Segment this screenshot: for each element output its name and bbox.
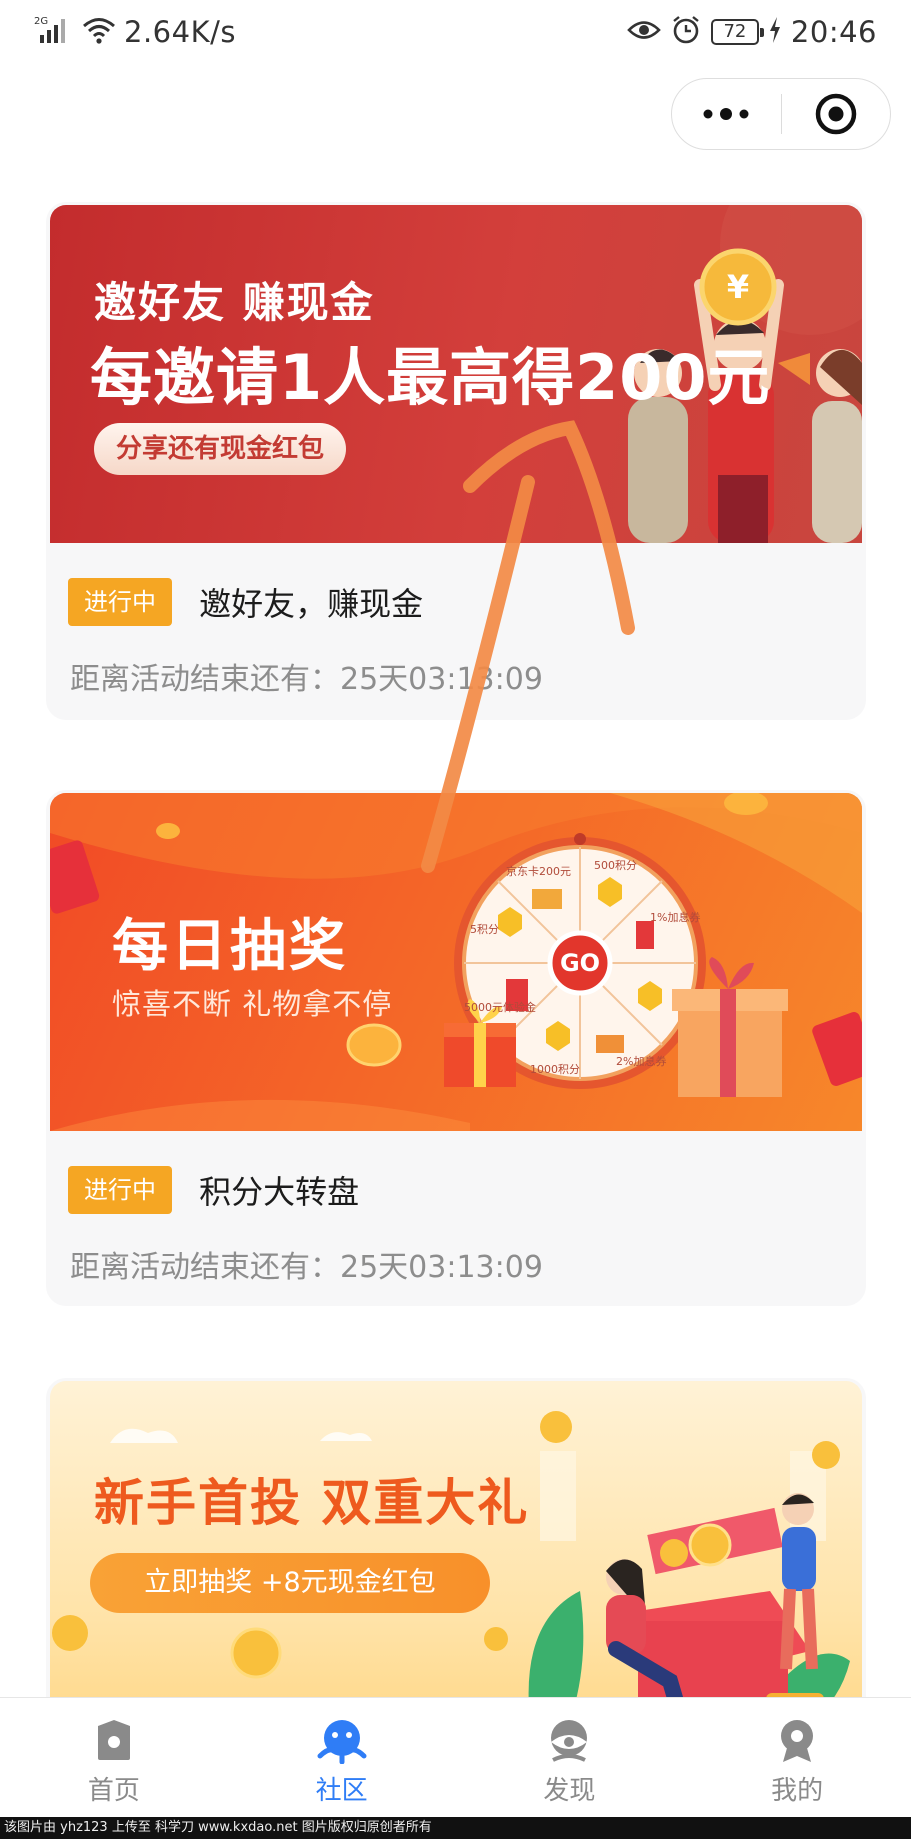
clock: 20:46 xyxy=(790,15,877,49)
activity-card-wheel[interactable]: 京东卡200元 500积分 1%加息券 5积分 5000元体验金 1000积分 … xyxy=(46,790,866,1306)
profile-icon xyxy=(781,1720,814,1762)
invite-banner-headline: 每邀请1人最高得200元 xyxy=(90,341,771,414)
newbie-banner-pill: 立即抽奖 +8元现金红包 xyxy=(90,1553,490,1613)
svg-text:¥: ¥ xyxy=(727,268,749,306)
tab-profile[interactable]: 我的 xyxy=(683,1698,911,1817)
lottery-banner-title: 每日抽奖 xyxy=(112,914,348,979)
status-badge: 进行中 xyxy=(68,1166,172,1214)
invite-banner[interactable]: ¥ 邀好友 赚现金 每邀请1人最高得200元 分享还有现金红包 xyxy=(50,205,862,543)
status-bar: 2G 2.64K/s 72 20:46 xyxy=(0,0,911,64)
tab-label: 社区 xyxy=(315,1776,368,1806)
more-button[interactable] xyxy=(672,79,781,149)
activity-countdown: 距离活动结束还有：25天03:13:09 xyxy=(70,1250,543,1285)
tab-bar: 首页 社区 发现 我的 xyxy=(0,1697,911,1817)
status-right: 72 20:46 xyxy=(627,14,877,50)
tab-discover[interactable]: 发现 xyxy=(456,1698,684,1817)
activity-card-invite[interactable]: ¥ 邀好友 赚现金 每邀请1人最高得200元 分享还有现金红包 进行中 邀好友，… xyxy=(46,202,866,720)
wheel-prize-label: 500积分 xyxy=(594,859,637,872)
battery-icon: 72 xyxy=(710,19,764,45)
tab-home[interactable]: 首页 xyxy=(0,1698,228,1817)
tab-label: 发现 xyxy=(543,1776,596,1806)
status-badge: 进行中 xyxy=(68,578,172,626)
status-left: 2G 2.64K/s xyxy=(34,14,236,50)
wheel-prize-label: 1000积分 xyxy=(530,1063,580,1076)
invite-banner-pill: 分享还有现金红包 xyxy=(94,423,347,475)
invite-banner-subtitle: 邀好友 赚现金 xyxy=(94,278,375,327)
eye-icon xyxy=(627,17,661,47)
more-dots-icon xyxy=(703,108,749,120)
wifi-icon xyxy=(82,15,116,49)
newbie-banner-title: 新手首投 双重大礼 xyxy=(94,1474,530,1532)
wheel-prize-label: 5000元体验金 xyxy=(464,1001,536,1014)
network-speed: 2.64K/s xyxy=(124,15,236,49)
lottery-banner[interactable]: 京东卡200元 500积分 1%加息券 5积分 5000元体验金 1000积分 … xyxy=(50,793,862,1131)
activity-title: 邀好友，赚现金 xyxy=(199,585,424,623)
watermark-strip: 该图片由 yhz123 上传至 科学刀 www.kxdao.net 图片版权归原… xyxy=(0,1817,911,1839)
invite-card-info: 进行中 邀好友，赚现金 xyxy=(68,578,844,626)
tab-label: 首页 xyxy=(87,1776,140,1806)
close-button[interactable] xyxy=(782,79,891,149)
lottery-banner-subtitle: 惊喜不断 礼物拿不停 xyxy=(112,987,393,1021)
alarm-icon xyxy=(671,15,701,49)
tab-label: 我的 xyxy=(771,1776,824,1806)
close-target-icon xyxy=(815,93,856,135)
activity-title: 积分大转盘 xyxy=(199,1173,360,1211)
wheel-go-button: GO xyxy=(559,949,601,977)
community-icon xyxy=(317,1720,367,1764)
charging-icon xyxy=(769,17,781,47)
home-icon xyxy=(97,1720,130,1760)
wheel-prize-label: 1%加息券 xyxy=(650,911,701,924)
network-type: 2G xyxy=(34,16,48,27)
activity-countdown: 距离活动结束还有：25天03:13:09 xyxy=(70,662,543,697)
wheel-prize-label: 5积分 xyxy=(470,923,499,936)
discover-icon xyxy=(551,1720,588,1762)
page: 2G 2.64K/s 72 20:46 ¥ 邀好友 赚现金 每邀请1人最高得20… xyxy=(0,0,911,1839)
tab-community[interactable]: 社区 xyxy=(228,1698,456,1817)
mini-program-capsule xyxy=(671,78,891,150)
wheel-card-info: 进行中 积分大转盘 xyxy=(68,1166,844,1214)
wheel-prize-label: 2%加息券 xyxy=(616,1055,667,1068)
wheel-prize-label: 京东卡200元 xyxy=(506,865,571,878)
signal-icon: 2G xyxy=(34,15,74,49)
